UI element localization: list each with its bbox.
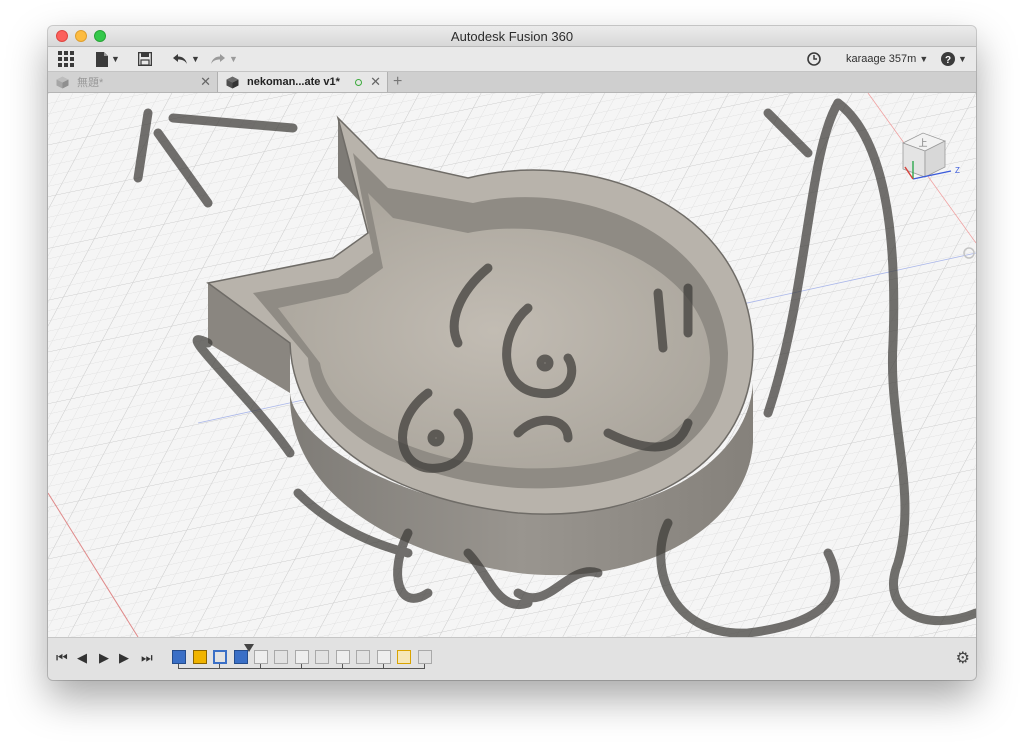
timeline-feature-body[interactable] — [234, 650, 248, 664]
timeline-tick — [383, 664, 384, 669]
timeline-tick — [219, 664, 220, 669]
timeline-tick — [178, 664, 179, 669]
history-clock-icon — [807, 52, 821, 66]
window-title: Autodesk Fusion 360 — [450, 29, 574, 44]
tab-label: nekoman...ate v1* — [247, 76, 340, 88]
svg-text:?: ? — [945, 55, 951, 66]
viewcube-face-label: 上 — [918, 138, 927, 149]
timeline-marker[interactable] — [244, 644, 254, 652]
new-tab-plus-icon[interactable]: + — [393, 72, 402, 92]
chevron-down-icon: ▼ — [111, 54, 120, 64]
chevron-down-icon: ▼ — [958, 54, 967, 64]
tab-untitled[interactable]: 無題* ✕ — [48, 72, 218, 92]
help-icon: ? — [941, 52, 955, 66]
component-box-icon — [226, 76, 239, 88]
redo-button[interactable]: ▼ — [210, 50, 238, 68]
timeline-feature-sketch[interactable] — [397, 650, 411, 664]
skip-to-start-icon[interactable]: ⏮ — [56, 650, 68, 666]
component-box-icon — [56, 76, 69, 88]
step-forward-icon[interactable]: ▶ — [119, 650, 129, 666]
timeline-tick — [260, 664, 261, 669]
timeline-feature-sketch[interactable] — [172, 650, 186, 664]
user-account-label: karaage 357m — [846, 53, 917, 65]
file-icon — [96, 51, 108, 67]
timeline-feature-extrude[interactable] — [213, 650, 227, 664]
save-icon — [138, 52, 152, 66]
timeline-feature-sketch[interactable] — [295, 650, 309, 664]
timeline-tick — [342, 664, 343, 669]
title-bar: Autodesk Fusion 360 — [48, 26, 976, 47]
timeline-feature-sketch[interactable] — [193, 650, 207, 664]
undo-icon — [173, 54, 187, 64]
chevron-down-icon: ▼ — [919, 54, 929, 64]
timeline-feature-extrude[interactable] — [356, 650, 370, 664]
canvas-viewport[interactable]: 上 Z — [48, 93, 976, 637]
user-account-menu[interactable]: karaage 357m ▼ — [846, 50, 928, 68]
apps-grid-button[interactable] — [58, 50, 74, 68]
redo-icon — [211, 54, 225, 64]
apps-grid-icon — [58, 51, 74, 67]
timeline-feature-sketch[interactable] — [336, 650, 350, 664]
chevron-down-icon: ▼ — [191, 54, 200, 64]
play-icon[interactable]: ▶ — [99, 650, 109, 666]
tab-label: 無題* — [77, 77, 104, 89]
timeline-bar: ⏮ ◀ ▶ ▶ ⏭ ⚙ — [48, 637, 976, 680]
document-tab-bar: 無題* ✕ nekoman...ate v1* ✕ + — [48, 72, 976, 93]
app-window: Autodesk Fusion 360 ▼ ▼ ▼ karaage 357m ▼… — [48, 26, 976, 680]
model-canvas: 上 Z — [48, 93, 976, 637]
svg-text:Z: Z — [955, 166, 960, 175]
close-tab-icon[interactable]: ✕ — [200, 74, 211, 90]
timeline-feature-extrude[interactable] — [418, 650, 432, 664]
file-menu-button[interactable]: ▼ — [96, 50, 120, 68]
step-back-icon[interactable]: ◀ — [77, 650, 87, 666]
online-status-icon — [355, 78, 363, 86]
toolbar: ▼ ▼ ▼ karaage 357m ▼ ? ▼ — [48, 47, 976, 72]
timeline-feature-body[interactable] — [377, 650, 391, 664]
undo-button[interactable]: ▼ — [172, 50, 200, 68]
timeline-feature-sketch[interactable] — [254, 650, 268, 664]
skip-to-end-icon[interactable]: ⏭ — [141, 650, 153, 666]
close-tab-icon[interactable]: ✕ — [370, 74, 381, 90]
chevron-down-icon: ▼ — [229, 54, 238, 64]
save-button[interactable] — [138, 50, 152, 68]
tab-nekomanate[interactable]: nekoman...ate v1* ✕ — [218, 72, 388, 92]
timeline-feature-extrude[interactable] — [315, 650, 329, 664]
timeline-feature-extrude[interactable] — [274, 650, 288, 664]
timeline-tick — [301, 664, 302, 669]
timeline-settings-gear-icon[interactable]: ⚙ — [956, 648, 970, 668]
help-menu-button[interactable]: ? ▼ — [941, 50, 967, 68]
history-button[interactable] — [807, 50, 821, 68]
timeline-tick — [424, 664, 425, 669]
